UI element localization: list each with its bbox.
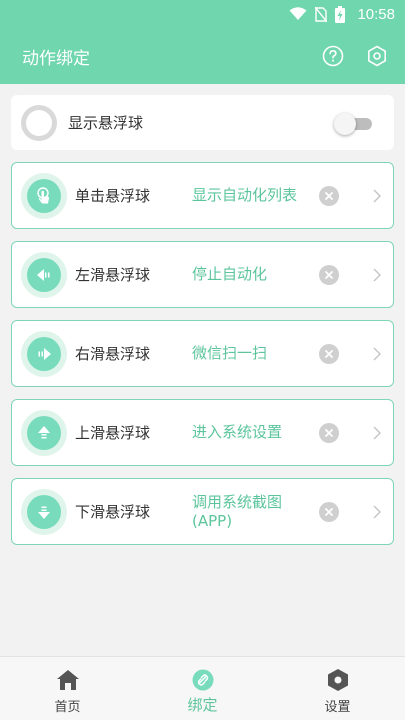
hexagon-gear-icon	[326, 668, 350, 692]
binding-row-swipe-right[interactable]: 右滑悬浮球 微信扫一扫	[11, 320, 394, 387]
clear-binding-button[interactable]	[319, 264, 339, 285]
bottom-nav: 首页 绑定 设置	[0, 656, 405, 720]
action-label: 显示自动化列表	[192, 186, 298, 204]
close-icon	[325, 270, 333, 279]
close-icon	[325, 507, 333, 516]
nav-label: 设置	[324, 700, 351, 715]
arrow-up-icon	[21, 409, 67, 456]
close-icon	[325, 349, 333, 358]
binding-row-swipe-down[interactable]: 下滑悬浮球 调用系统截图 (APP)	[11, 478, 394, 545]
settings-button[interactable]	[357, 36, 397, 76]
action-label: 停止自动化	[192, 265, 268, 283]
page-title: 动作绑定	[22, 48, 90, 69]
chevron-right-icon	[370, 265, 384, 285]
status-time: 10:58	[357, 5, 395, 23]
gesture-label: 右滑悬浮球	[75, 345, 151, 363]
arrow-left-icon	[21, 251, 67, 298]
clear-binding-button[interactable]	[319, 185, 339, 206]
link-icon	[191, 668, 215, 692]
clear-binding-button[interactable]	[319, 501, 339, 522]
nav-label: 绑定	[187, 696, 218, 714]
gesture-label: 单击悬浮球	[75, 187, 151, 205]
float-ball-switch[interactable]	[334, 112, 372, 135]
chevron-right-icon	[370, 186, 384, 206]
action-label: 微信扫一扫	[192, 344, 268, 362]
binding-row-swipe-up[interactable]: 上滑悬浮球 进入系统设置	[11, 399, 394, 466]
binding-row-tap[interactable]: 单击悬浮球 显示自动化列表	[11, 162, 394, 229]
tap-hand-icon	[21, 172, 67, 219]
float-ball-toggle-row: 显示悬浮球	[11, 95, 394, 150]
wifi-icon	[289, 7, 307, 21]
gesture-label: 下滑悬浮球	[75, 503, 151, 521]
help-circle-icon	[322, 45, 344, 67]
arrow-right-icon	[21, 330, 67, 377]
binding-row-swipe-left[interactable]: 左滑悬浮球 停止自动化	[11, 241, 394, 308]
close-icon	[325, 428, 333, 437]
gesture-label: 左滑悬浮球	[75, 266, 151, 284]
float-ball-icon	[21, 104, 57, 141]
nav-item-settings[interactable]: 设置	[270, 657, 405, 720]
chevron-right-icon	[370, 344, 384, 364]
no-sim-icon	[315, 6, 328, 22]
arrow-down-icon	[21, 488, 67, 535]
close-icon	[325, 191, 333, 200]
hexagon-gear-icon	[368, 45, 386, 67]
nav-item-binding[interactable]: 绑定	[135, 657, 270, 720]
clear-binding-button[interactable]	[319, 422, 339, 443]
nav-item-home[interactable]: 首页	[0, 657, 135, 720]
chevron-right-icon	[370, 423, 384, 443]
nav-label: 首页	[54, 700, 81, 715]
help-button[interactable]	[313, 36, 353, 76]
clear-binding-button[interactable]	[319, 343, 339, 364]
status-bar: 10:58	[0, 0, 405, 28]
battery-charging-icon	[335, 5, 346, 23]
chevron-right-icon	[370, 502, 384, 522]
action-label: 调用系统截图 (APP)	[192, 492, 283, 530]
home-icon	[56, 668, 80, 692]
gesture-label: 上滑悬浮球	[75, 424, 151, 442]
action-label: 进入系统设置	[192, 423, 283, 441]
app-bar: 动作绑定	[0, 28, 405, 84]
float-ball-toggle-label: 显示悬浮球	[68, 114, 144, 132]
